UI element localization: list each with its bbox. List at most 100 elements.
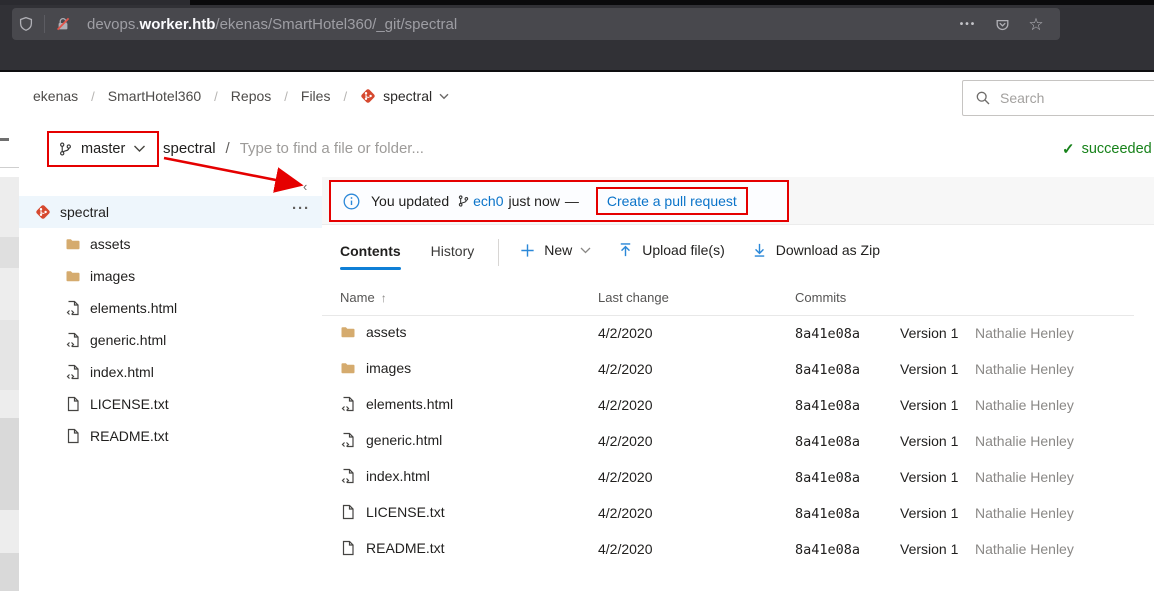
item-name: images (90, 268, 135, 284)
breadcrumb-files[interactable]: Files (301, 88, 331, 104)
item-name: LICENSE.txt (90, 396, 169, 412)
file-table-header: Name↑ Last change Commits (322, 281, 1134, 316)
commit-hash[interactable]: 8a41e08a (795, 506, 860, 522)
rail-block (0, 418, 19, 510)
breadcrumb-repo-picker[interactable]: spectral (360, 88, 449, 104)
item-icon (340, 540, 356, 556)
find-file-input[interactable]: Type to find a file or folder... (240, 140, 424, 157)
last-change-cell: 4/2/2020 (598, 469, 653, 485)
rail-dash (0, 138, 9, 141)
tab-bar: Contents History New Upload file(s) Down… (340, 241, 906, 268)
folder-icon (65, 268, 81, 284)
upload-files-button[interactable]: Upload file(s) (617, 240, 724, 260)
commit-hash[interactable]: 8a41e08a (795, 542, 860, 558)
file-row[interactable]: index.html 4/2/2020 8a41e08a Version 1 N… (322, 460, 1154, 496)
create-pull-request-link[interactable]: Create a pull request (607, 193, 737, 209)
file-name-cell[interactable]: LICENSE.txt (340, 504, 445, 520)
tree-item[interactable]: generic.html (19, 324, 322, 356)
check-icon: ✓ (1062, 140, 1075, 158)
file-row[interactable]: elements.html 4/2/2020 8a41e08a Version … (322, 388, 1154, 424)
file-name-cell[interactable]: index.html (340, 468, 430, 484)
folder-icon (340, 360, 356, 376)
insecure-lock-icon[interactable] (49, 11, 77, 37)
author-cell: Nathalie Henley (975, 433, 1074, 449)
commit-hash[interactable]: 8a41e08a (795, 326, 860, 342)
version-cell: Version 1 (900, 433, 958, 449)
url-bar[interactable]: devops.worker.htb/ekenas/SmartHotel360/_… (12, 8, 1060, 40)
branch-link[interactable]: ech0 (473, 193, 503, 209)
last-change-cell: 4/2/2020 (598, 505, 653, 521)
tab-history[interactable]: History (431, 241, 475, 267)
tree-item[interactable]: assets (19, 228, 322, 260)
url-text[interactable]: devops.worker.htb/ekenas/SmartHotel360/_… (87, 16, 457, 33)
html-file-icon (65, 364, 81, 380)
pocket-icon[interactable] (988, 11, 1016, 37)
item-name: README.txt (90, 428, 169, 444)
chevron-down-icon (439, 93, 449, 100)
tracking-protection-shield-icon[interactable] (12, 11, 40, 37)
banner-text: You updated ech0 just now — (371, 193, 579, 209)
file-name-cell[interactable]: images (340, 360, 411, 376)
column-header-name[interactable]: Name↑ (340, 290, 387, 305)
file-name-cell[interactable]: generic.html (340, 432, 442, 448)
commit-hash[interactable]: 8a41e08a (795, 398, 860, 414)
item-name: spectral (60, 204, 109, 220)
sidebar-collapse-icon[interactable]: ‹ (303, 179, 307, 194)
item-icon (65, 268, 81, 284)
page-actions-icon[interactable]: ••• (954, 11, 982, 37)
file-row[interactable]: README.txt 4/2/2020 8a41e08a Version 1 N… (322, 532, 1154, 568)
chevron-down-icon (133, 145, 146, 153)
file-name-cell[interactable]: assets (340, 324, 406, 340)
breadcrumb-separator: / (284, 89, 288, 104)
column-header-last-change[interactable]: Last change (598, 290, 669, 305)
html-file-icon (65, 332, 81, 348)
file-name: assets (366, 324, 406, 340)
url-prefix: devops. (87, 16, 140, 33)
file-name-cell[interactable]: elements.html (340, 396, 453, 412)
tree-item[interactable]: elements.html (19, 292, 322, 324)
html-file-icon (340, 468, 356, 484)
column-header-commits[interactable]: Commits (795, 290, 846, 305)
tree-item[interactable]: LICENSE.txt (19, 388, 322, 420)
branch-selector-button[interactable]: master (47, 131, 159, 167)
file-tree-sidebar: spectral ··· (19, 177, 323, 591)
breadcrumb-repos[interactable]: Repos (231, 88, 271, 104)
commit-hash[interactable]: 8a41e08a (795, 470, 860, 486)
search-input[interactable]: Search (962, 80, 1154, 116)
tree-item[interactable]: README.txt (19, 420, 322, 452)
tab-contents[interactable]: Contents (340, 241, 401, 267)
item-icon (65, 364, 81, 380)
commit-hash[interactable]: 8a41e08a (795, 362, 860, 378)
new-button[interactable]: New (519, 240, 591, 260)
plus-icon (519, 242, 536, 259)
breadcrumb-project[interactable]: SmartHotel360 (108, 88, 201, 104)
breadcrumb-org[interactable]: ekenas (33, 88, 78, 104)
file-name: generic.html (366, 432, 442, 448)
tree-item[interactable]: index.html (19, 356, 322, 388)
file-row[interactable]: generic.html 4/2/2020 8a41e08a Version 1… (322, 424, 1154, 460)
banner-prefix: You updated (371, 193, 449, 209)
download-zip-button[interactable]: Download as Zip (751, 240, 880, 260)
annotation-box-pr: Create a pull request (596, 187, 748, 215)
item-icon (35, 204, 51, 220)
build-status-badge[interactable]: ✓ succeeded (1062, 140, 1152, 158)
author-cell: Nathalie Henley (975, 361, 1074, 377)
breadcrumb-separator: / (214, 89, 218, 104)
more-actions-icon[interactable]: ··· (292, 200, 310, 217)
file-row[interactable]: LICENSE.txt 4/2/2020 8a41e08a Version 1 … (322, 496, 1154, 532)
file-row[interactable]: images 4/2/2020 8a41e08a Version 1 Natha… (322, 352, 1154, 388)
file-name-cell[interactable]: README.txt (340, 540, 445, 556)
version-cell: Version 1 (900, 505, 958, 521)
bookmark-star-icon[interactable]: ☆ (1022, 11, 1050, 37)
tree-item[interactable]: spectral ··· (19, 196, 322, 228)
repo-content-panel: You updated ech0 just now — Create a pul… (322, 177, 1154, 591)
version-cell: Version 1 (900, 397, 958, 413)
item-icon (65, 332, 81, 348)
commit-hash[interactable]: 8a41e08a (795, 434, 860, 450)
tree-item[interactable]: images (19, 260, 322, 292)
file-row[interactable]: assets 4/2/2020 8a41e08a Version 1 Natha… (322, 316, 1154, 352)
file-icon (65, 428, 81, 444)
rail-block (0, 553, 19, 591)
last-change-cell: 4/2/2020 (598, 541, 653, 557)
last-change-cell: 4/2/2020 (598, 325, 653, 341)
